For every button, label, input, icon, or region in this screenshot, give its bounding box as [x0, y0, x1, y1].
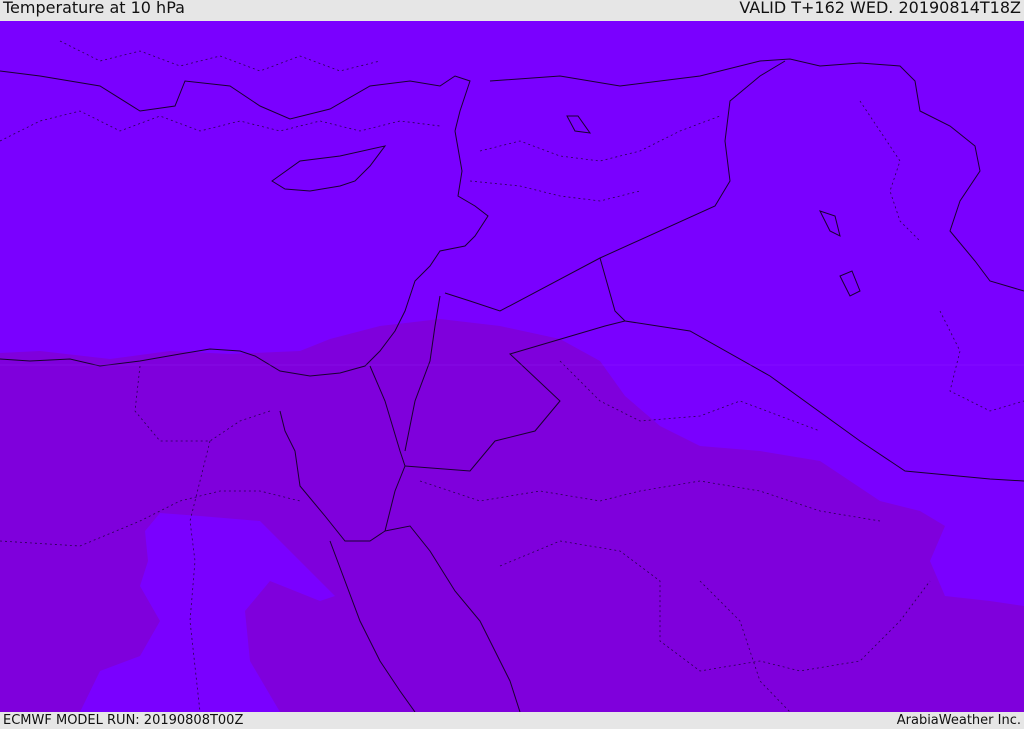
valid-time: VALID T+162 WED. 20190814T18Z: [739, 0, 1021, 17]
header-bar: Temperature at 10 hPa VALID T+162 WED. 2…: [0, 0, 1024, 21]
footer-bar: ECMWF MODEL RUN: 20190808T00Z ArabiaWeat…: [0, 712, 1024, 729]
temperature-map: [0, 21, 1024, 712]
map-panel: [0, 21, 1024, 712]
map-title: Temperature at 10 hPa: [3, 0, 185, 17]
brand-label: ArabiaWeather Inc.: [896, 713, 1021, 728]
model-run-label: ECMWF MODEL RUN: 20190808T00Z: [3, 713, 244, 728]
